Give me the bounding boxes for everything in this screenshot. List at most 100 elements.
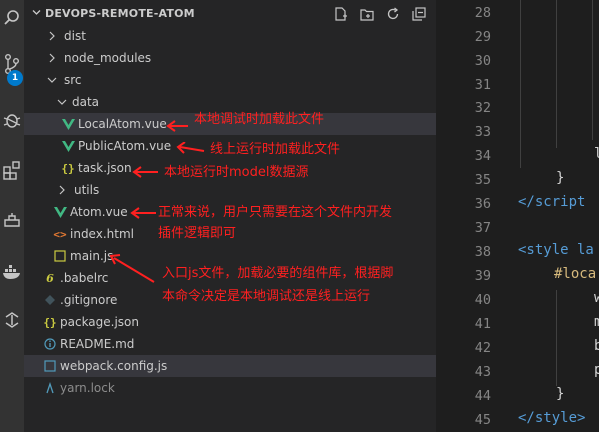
collapse-all-icon[interactable] [406,5,432,23]
tree-label: LocalAtom.vue [78,117,167,131]
explorer-sidebar: DEVOPS-REMOTE-ATOM dist node_modules src… [24,0,436,432]
scm-badge: 1 [7,70,23,86]
line-number: 29 [474,29,491,45]
extensions-icon[interactable] [0,156,24,184]
code-line-42: b [594,338,599,354]
babel-file-icon: 6 [46,271,54,285]
indent-guide [556,290,557,386]
refresh-icon[interactable] [380,5,406,23]
annotation-atom-vue-line-2: 插件逻辑即可 [158,226,237,241]
tree-label: main.js [70,249,114,263]
webpack-file-icon [42,355,58,377]
chevron-down-icon [46,69,58,91]
tree-folder-src[interactable]: src [24,69,436,91]
line-number: 36 [474,196,491,212]
explorer-actions [328,5,432,23]
line-number: 40 [474,292,491,308]
line-number: 37 [474,220,491,236]
chevron-right-icon [46,25,58,47]
json-file-icon: {} [61,161,75,175]
remote-icon[interactable] [0,306,24,334]
vue-file-icon [60,135,76,157]
tree-label: task.json [78,161,132,175]
code-line-36: </script [518,194,586,210]
code-line-35: } [556,170,565,186]
line-number: 38 [474,244,491,260]
line-number: 32 [474,100,491,116]
arrow-task-json [132,166,158,178]
chevron-down-icon [56,91,68,113]
annotation-main-js-line-1: 入口js文件，加载必要的组件库，根据脚 [162,266,394,281]
tree-file-package-json[interactable]: {} package.json [24,311,436,333]
tree-folder-node-modules[interactable]: node_modules [24,47,436,69]
line-number: 42 [474,340,491,356]
tree-label: webpack.config.js [60,359,168,373]
yarn-file-icon [42,377,58,399]
chevron-right-icon [56,179,68,201]
indent-guide [556,0,557,148]
tree-file-yarn-lock[interactable]: yarn.lock [24,377,436,399]
line-number: 31 [474,77,491,93]
vue-file-icon [52,201,68,223]
line-number: 39 [474,268,491,284]
tree-folder-dist[interactable]: dist [24,25,436,47]
code-fragment-34: l [594,146,599,162]
line-number: 28 [474,5,491,21]
explorer-header: DEVOPS-REMOTE-ATOM [24,0,436,28]
line-number: 45 [474,412,491,428]
tree-label: utils [74,183,100,197]
search-icon[interactable] [0,4,24,32]
code-line-39: #loca [554,266,597,282]
project-section-header[interactable]: DEVOPS-REMOTE-ATOM [32,7,195,20]
tree-label: README.md [60,337,135,351]
chevron-down-icon [32,7,41,20]
tree-label: .gitignore [60,293,118,307]
arrow-public-atom [176,142,205,154]
tree-label: yarn.lock [60,381,115,395]
code-line-43: p [594,362,599,378]
line-number: 33 [474,124,491,140]
code-editor[interactable]: 28 29 30 31 32 33 34 35 36 37 38 39 40 4… [436,0,599,432]
code-line-45: </style> [518,410,586,426]
annotation-local-atom: 本地调试时加载此文件 [194,112,325,127]
annotation-public-atom: 线上运行时加载此文件 [210,142,341,157]
tree-label: index.html [70,227,134,241]
tree-label: PublicAtom.vue [78,139,172,153]
git-file-icon [42,289,58,311]
tree-label: Atom.vue [70,205,128,219]
project-title: DEVOPS-REMOTE-ATOM [45,7,195,20]
line-number: 41 [474,316,491,332]
arrow-main-js [109,254,155,283]
line-number: 44 [474,388,491,404]
live-share-icon[interactable] [0,206,24,234]
annotation-task-json: 本地运行时model数据源 [164,165,309,180]
new-folder-icon[interactable] [354,5,380,23]
annotation-main-js-line-2: 本命令决定是本地调试还是线上运行 [162,289,371,304]
docker-icon[interactable] [0,258,24,286]
tree-label: package.json [60,315,140,329]
indent-guide [520,0,521,168]
line-number: 34 [474,148,491,164]
tree-label: .babelrc [60,271,109,285]
code-line-40: w [594,290,599,306]
chevron-right-icon [46,47,58,69]
line-number: 35 [474,172,491,188]
arrow-atom-vue [130,207,156,219]
line-number: 30 [474,53,491,69]
json-file-icon: {} [43,315,57,329]
info-icon [42,333,58,355]
indent-guide [592,0,593,140]
html-file-icon: <> [53,227,67,241]
code-line-38: <style la [518,242,594,258]
code-line-41: m [594,314,599,330]
tree-label: node_modules [64,51,152,65]
tree-file-readme-md[interactable]: README.md [24,333,436,355]
debug-icon[interactable] [0,106,24,134]
new-file-icon[interactable] [328,5,354,23]
tree-label: data [72,95,100,109]
tree-file-webpack-config-js[interactable]: webpack.config.js [24,355,436,377]
code-line-44: } [556,386,565,402]
js-file-icon [52,245,68,267]
tree-label: src [64,73,82,87]
annotation-atom-vue-line-1: 正常来说，用户只需要在这个文件内开发 [158,205,393,220]
